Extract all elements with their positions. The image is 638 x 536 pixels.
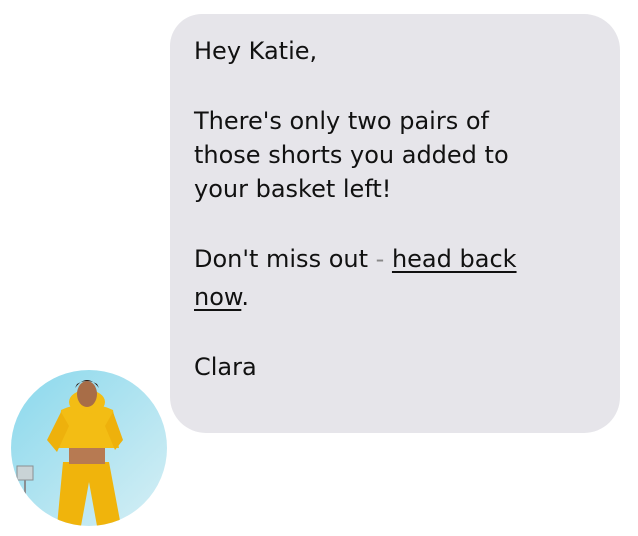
- message-body-line: those shorts you added to: [194, 141, 509, 169]
- head-back-link[interactable]: head back: [392, 245, 517, 273]
- message-body-line: your basket left!: [194, 175, 392, 203]
- message-greeting: Hey Katie,: [194, 37, 318, 65]
- message-bubble: Hey Katie, There's only two pairs of tho…: [170, 14, 620, 433]
- avatar-photo-icon: [11, 370, 167, 526]
- cta-separator: -: [375, 245, 385, 273]
- cta-suffix: .: [241, 283, 249, 311]
- now-link[interactable]: now: [194, 283, 241, 311]
- message-signature: Clara: [194, 353, 257, 381]
- message-cta-continued: now.: [194, 280, 598, 314]
- message-body-line: There's only two pairs of: [194, 107, 489, 135]
- cta-prefix: Don't miss out: [194, 245, 376, 273]
- message-cta: Don't miss out - head back: [194, 242, 598, 276]
- sender-avatar[interactable]: [11, 370, 167, 526]
